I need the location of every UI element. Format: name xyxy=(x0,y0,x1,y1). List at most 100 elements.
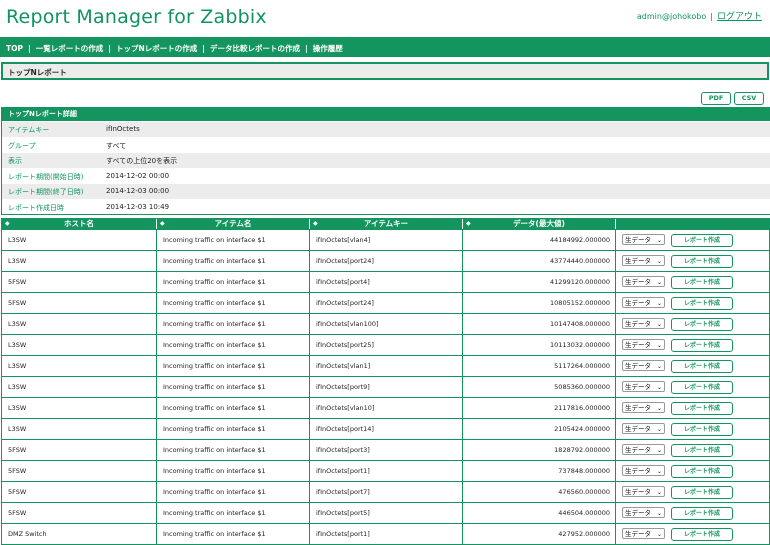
nav-compare-report[interactable]: データ比較レポートの作成 xyxy=(210,44,300,53)
data-type-select[interactable]: 生データ ⌄ xyxy=(622,318,665,329)
table-row: 5FSW Incoming traffic on interface $1 ifIn… xyxy=(2,481,769,502)
data-type-select[interactable]: 生データ ⌄ xyxy=(622,360,665,371)
cell-item-name: Incoming traffic on interface $1 xyxy=(157,461,310,481)
create-report-button[interactable]: レポート作成 xyxy=(671,318,733,331)
cell-data-max: 10805152.000000 xyxy=(463,293,616,313)
data-type-select[interactable]: 生データ ⌄ xyxy=(622,402,665,413)
cell-host: 5FSW xyxy=(2,503,157,523)
nav-topn-report[interactable]: トップNレポートの作成 xyxy=(116,44,197,53)
data-type-select[interactable]: 生データ ⌄ xyxy=(622,381,665,392)
nav-list-report[interactable]: 一覧レポートの作成 xyxy=(36,44,104,53)
create-report-button[interactable]: レポート作成 xyxy=(671,507,733,520)
cell-item-name: Incoming traffic on interface $1 xyxy=(157,335,310,355)
data-type-select[interactable]: 生データ ⌄ xyxy=(622,507,665,518)
page-title: トップNレポート xyxy=(8,68,67,77)
cell-item-key: ifInOctets[vlan100] xyxy=(310,314,463,334)
username: admin@johokobo xyxy=(636,12,707,21)
nav-separator: | xyxy=(108,44,111,53)
cell-data-max: 1828792.000000 xyxy=(463,440,616,460)
separator: | xyxy=(710,12,713,21)
create-report-button[interactable]: レポート作成 xyxy=(671,381,733,394)
data-type-select[interactable]: 生データ ⌄ xyxy=(622,234,665,245)
table-row: L3SW Incoming traffic on interface $1 ifIn… xyxy=(2,355,769,376)
page-title-box: トップNレポート xyxy=(1,62,769,80)
data-type-select[interactable]: 生データ ⌄ xyxy=(622,423,665,434)
cell-data-max: 2117816.000000 xyxy=(463,398,616,418)
data-type-select[interactable]: 生データ ⌄ xyxy=(622,528,665,539)
app-logo[interactable]: Report Manager for Zabbix xyxy=(6,6,267,28)
cell-host: L3SW xyxy=(2,398,157,418)
report-table: ◆ ホスト名 ◆ アイテム名 ◆ アイテムキー ◆ データ(最大値) L3SW Incom… xyxy=(1,218,770,545)
header-item-key[interactable]: ◆ アイテムキー xyxy=(310,219,463,229)
data-type-select[interactable]: 生データ ⌄ xyxy=(622,255,665,266)
chevron-down-icon: ⌄ xyxy=(656,363,662,370)
cell-host: 5FSW xyxy=(2,272,157,292)
create-report-button[interactable]: レポート作成 xyxy=(671,402,733,415)
header-host[interactable]: ◆ ホスト名 xyxy=(2,219,157,229)
cell-data-max: 737848.000000 xyxy=(463,461,616,481)
create-report-button[interactable]: レポート作成 xyxy=(671,360,733,373)
cell-data-max: 427952.000000 xyxy=(463,524,616,544)
table-row: L3SW Incoming traffic on interface $1 ifIn… xyxy=(2,376,769,397)
pdf-button[interactable]: PDF xyxy=(701,92,731,105)
detail-label: レポート作成日時 xyxy=(8,203,64,212)
cell-item-name: Incoming traffic on interface $1 xyxy=(157,482,310,502)
cell-item-name: Incoming traffic on interface $1 xyxy=(157,377,310,397)
cell-item-key: ifInOctets[port9] xyxy=(310,377,463,397)
create-report-button[interactable]: レポート作成 xyxy=(671,234,733,247)
user-area: admin@johokobo | ログアウト xyxy=(637,9,762,22)
cell-item-key: ifInOctets[port3] xyxy=(310,440,463,460)
chevron-down-icon: ⌄ xyxy=(656,426,662,433)
create-report-button[interactable]: レポート作成 xyxy=(671,528,733,541)
header-data-max[interactable]: ◆ データ(最大値) xyxy=(463,219,616,229)
data-type-select[interactable]: 生データ ⌄ xyxy=(622,465,665,476)
data-type-select[interactable]: 生データ ⌄ xyxy=(622,339,665,350)
cell-host: L3SW xyxy=(2,251,157,271)
cell-data-max: 476560.000000 xyxy=(463,482,616,502)
cell-data-max: 5117264.000000 xyxy=(463,356,616,376)
cell-actions: 生データ ⌄ レポート作成 xyxy=(616,356,769,376)
chevron-down-icon: ⌄ xyxy=(656,342,662,349)
chevron-down-icon: ⌄ xyxy=(656,489,662,496)
detail-label: グループ xyxy=(8,141,36,150)
create-report-button[interactable]: レポート作成 xyxy=(671,465,733,478)
nav-history[interactable]: 操作履歴 xyxy=(313,44,343,53)
data-type-select[interactable]: 生データ ⌄ xyxy=(622,444,665,455)
detail-value: 2014-12-03 00:00 xyxy=(106,187,170,195)
create-report-button[interactable]: レポート作成 xyxy=(671,339,733,352)
create-report-button[interactable]: レポート作成 xyxy=(671,255,733,268)
logout-link[interactable]: ログアウト xyxy=(717,12,762,22)
create-report-button[interactable]: レポート作成 xyxy=(671,297,733,310)
table-row: 5FSW Incoming traffic on interface $1 ifIn… xyxy=(2,292,769,313)
detail-row: 表示 すべての上位20を表示 xyxy=(2,152,770,168)
detail-value: すべての上位20を表示 xyxy=(106,157,178,165)
cell-host: 5FSW xyxy=(2,440,157,460)
csv-button[interactable]: CSV xyxy=(734,92,764,105)
sort-icon: ◆ xyxy=(5,220,10,227)
cell-actions: 生データ ⌄ レポート作成 xyxy=(616,398,769,418)
create-report-button[interactable]: レポート作成 xyxy=(671,444,733,457)
sort-icon: ◆ xyxy=(466,220,471,227)
nav-top[interactable]: TOP xyxy=(6,44,23,53)
cell-data-max: 44184992.000000 xyxy=(463,230,616,250)
detail-row: レポート期間(開始日時) 2014-12-02 00:00 xyxy=(2,167,770,183)
cell-actions: 生データ ⌄ レポート作成 xyxy=(616,524,769,544)
cell-host: L3SW xyxy=(2,335,157,355)
sort-icon: ◆ xyxy=(160,220,165,227)
cell-host: L3SW xyxy=(2,377,157,397)
data-type-select[interactable]: 生データ ⌄ xyxy=(622,276,665,287)
cell-host: L3SW xyxy=(2,230,157,250)
cell-host: 5FSW xyxy=(2,482,157,502)
detail-label: レポート期間(終了日時) xyxy=(8,188,84,196)
create-report-button[interactable]: レポート作成 xyxy=(671,486,733,499)
header-item-name[interactable]: ◆ アイテム名 xyxy=(157,219,310,229)
cell-host: DMZ Switch xyxy=(2,524,157,544)
detail-value: 2014-12-03 10:49 xyxy=(106,202,170,211)
create-report-button[interactable]: レポート作成 xyxy=(671,423,733,436)
cell-item-name: Incoming traffic on interface $1 xyxy=(157,230,310,250)
create-report-button[interactable]: レポート作成 xyxy=(671,276,733,289)
data-type-select[interactable]: 生データ ⌄ xyxy=(622,297,665,308)
nav-separator: | xyxy=(305,44,308,53)
report-detail-panel: トップNレポート詳細 アイテムキー ifInOctets グループ すべて 表示 すべての… xyxy=(1,107,770,215)
data-type-select[interactable]: 生データ ⌄ xyxy=(622,486,665,497)
